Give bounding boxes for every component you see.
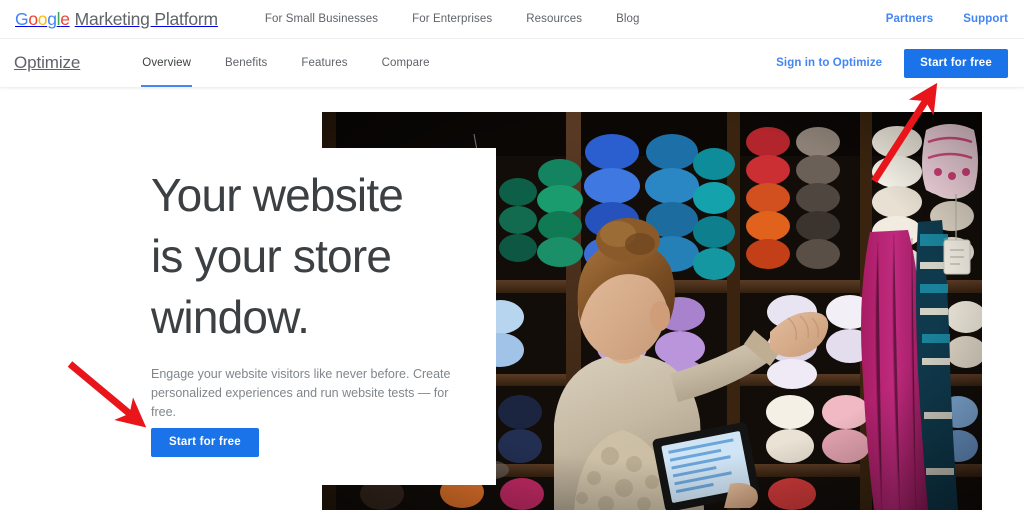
product-nav-actions: Sign in to Optimize Start for free bbox=[776, 48, 1008, 78]
product-title-optimize[interactable]: Optimize bbox=[14, 53, 80, 73]
global-nav-utility-links: Partners Support bbox=[886, 13, 1008, 25]
hero-heading: Your website is your store window. bbox=[151, 165, 491, 348]
brand-suffix-label: Marketing Platform bbox=[74, 8, 218, 29]
global-top-nav: Google Marketing Platform For Small Busi… bbox=[0, 0, 1024, 39]
nav-item-resources[interactable]: Resources bbox=[509, 13, 599, 25]
hero-subtitle: Engage your website visitors like never … bbox=[151, 367, 451, 419]
nav-item-partners[interactable]: Partners bbox=[886, 13, 933, 25]
product-tab-list: Overview Benefits Features Compare bbox=[125, 39, 446, 87]
hero-heading-line-1: Your website bbox=[151, 169, 404, 221]
logo-letter-g2: g bbox=[47, 8, 57, 29]
hero-heading-line-3: window. bbox=[151, 291, 310, 343]
google-marketing-platform-logo[interactable]: Google Marketing Platform bbox=[15, 9, 218, 30]
nav-item-for-enterprises[interactable]: For Enterprises bbox=[395, 13, 509, 25]
hero-section: Your website is your store window. Engag… bbox=[0, 87, 1024, 510]
nav-item-support[interactable]: Support bbox=[963, 13, 1008, 25]
logo-letter-e: e bbox=[60, 8, 70, 29]
hero-cta-container: Start for free bbox=[151, 428, 259, 457]
sign-in-to-optimize-link[interactable]: Sign in to Optimize bbox=[776, 57, 882, 69]
logo-letter-o2: o bbox=[37, 8, 48, 29]
product-nav: Optimize Overview Benefits Features Comp… bbox=[0, 39, 1024, 87]
logo-letter-g1: G bbox=[15, 8, 29, 29]
nav-item-for-small-businesses[interactable]: For Small Businesses bbox=[265, 13, 395, 25]
global-nav-links: For Small Businesses For Enterprises Res… bbox=[265, 13, 657, 25]
tab-compare[interactable]: Compare bbox=[365, 39, 447, 87]
nav-start-for-free-button[interactable]: Start for free bbox=[904, 48, 1008, 78]
logo-letter-o1: o bbox=[28, 8, 38, 29]
hero-heading-line-2: is your store bbox=[151, 230, 392, 282]
tab-features[interactable]: Features bbox=[284, 39, 364, 87]
page-root: Google Marketing Platform For Small Busi… bbox=[0, 0, 1024, 510]
tab-overview[interactable]: Overview bbox=[125, 39, 208, 87]
google-wordmark: Google bbox=[15, 9, 70, 30]
hero-start-for-free-button[interactable]: Start for free bbox=[151, 428, 259, 457]
nav-item-blog[interactable]: Blog bbox=[599, 13, 656, 25]
tab-benefits[interactable]: Benefits bbox=[208, 39, 284, 87]
